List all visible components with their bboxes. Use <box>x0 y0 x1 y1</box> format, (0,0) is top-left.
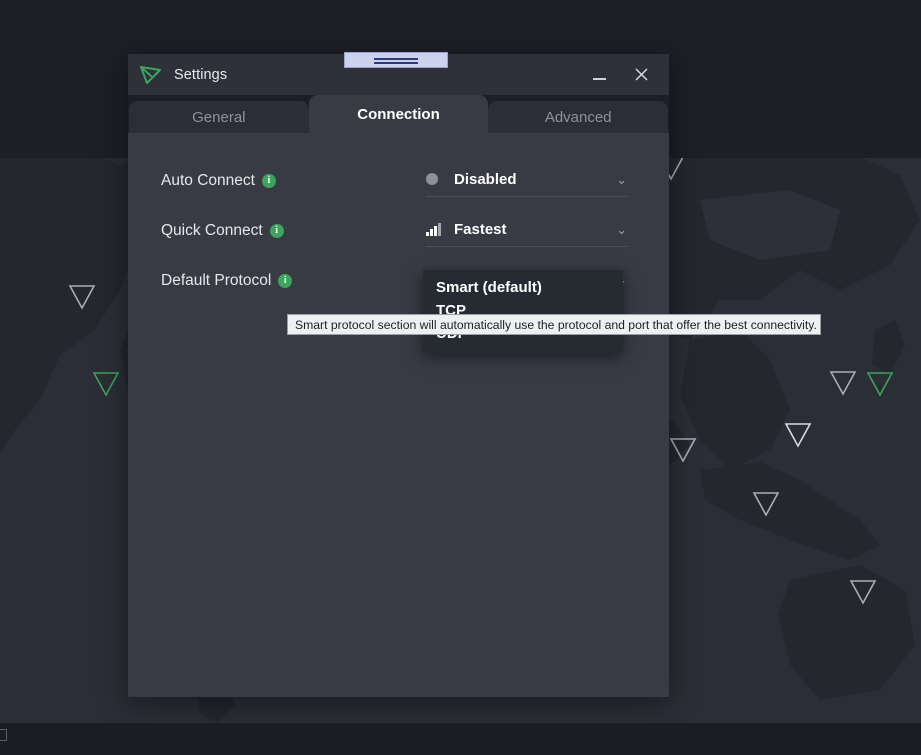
close-button[interactable] <box>620 54 662 95</box>
protocol-option-smart-label: Smart (default) <box>436 279 542 296</box>
setting-row-quick-connect: Quick Connect i Fastest ⌄ <box>161 219 627 269</box>
snap-indicator-bar-top <box>374 58 418 60</box>
gray-dot-icon <box>426 173 446 185</box>
title-bar[interactable]: Settings <box>128 52 669 95</box>
quick-connect-dropdown[interactable]: Fastest ⌄ <box>426 219 627 247</box>
info-icon[interactable]: i <box>269 224 284 238</box>
bottom-left-fragment-icon <box>0 729 7 741</box>
auto-connect-label-text: Auto Connect <box>161 172 255 189</box>
setting-row-auto-connect: Auto Connect i Disabled ⌄ <box>161 169 627 219</box>
tab-general-label: General <box>192 108 246 126</box>
tab-connection-label: Connection <box>357 105 440 123</box>
close-icon <box>635 68 647 81</box>
quick-connect-label-text: Quick Connect <box>161 222 263 239</box>
protocol-tooltip: Smart protocol section will automaticall… <box>287 314 821 335</box>
info-icon[interactable]: i <box>278 274 293 288</box>
protocol-option-smart[interactable]: Smart (default) <box>423 276 623 299</box>
tab-advanced[interactable]: Advanced <box>488 101 669 133</box>
bottom-strip <box>0 722 921 755</box>
chevron-down-icon: ⌄ <box>616 221 627 237</box>
minimize-icon <box>592 78 606 80</box>
protocol-tooltip-text: Smart protocol section will automaticall… <box>295 317 817 332</box>
window-controls <box>578 54 669 95</box>
protocol-dropdown-menu[interactable]: Smart (default) TCP UDP <box>423 270 623 353</box>
quick-connect-value: Fastest <box>454 220 507 238</box>
tab-advanced-label: Advanced <box>544 108 612 126</box>
auto-connect-label: Auto Connect i <box>161 169 426 191</box>
settings-content: Auto Connect i Disabled ⌄ Quick Connect … <box>128 133 669 697</box>
auto-connect-dropdown[interactable]: Disabled ⌄ <box>426 169 627 197</box>
snap-indicator-bar-bottom <box>374 62 418 64</box>
tab-connection[interactable]: Connection <box>308 95 489 133</box>
window-title: Settings <box>174 66 228 83</box>
default-protocol-label-text: Default Protocol <box>161 272 272 289</box>
quick-connect-label: Quick Connect i <box>161 219 426 241</box>
expressvpn-logo-icon <box>140 65 161 84</box>
default-protocol-label: Default Protocol i <box>161 269 426 291</box>
minimize-button[interactable] <box>578 54 620 95</box>
tab-strip: General Connection Advanced <box>128 95 669 133</box>
chevron-down-icon: ⌄ <box>616 171 627 187</box>
info-icon[interactable]: i <box>261 174 276 188</box>
settings-window: Settings General Connection Advanced Aut… <box>128 52 669 697</box>
signal-bars-icon <box>426 222 446 236</box>
tab-general[interactable]: General <box>129 101 309 133</box>
window-snap-indicator <box>344 52 448 68</box>
auto-connect-value: Disabled <box>454 170 517 188</box>
